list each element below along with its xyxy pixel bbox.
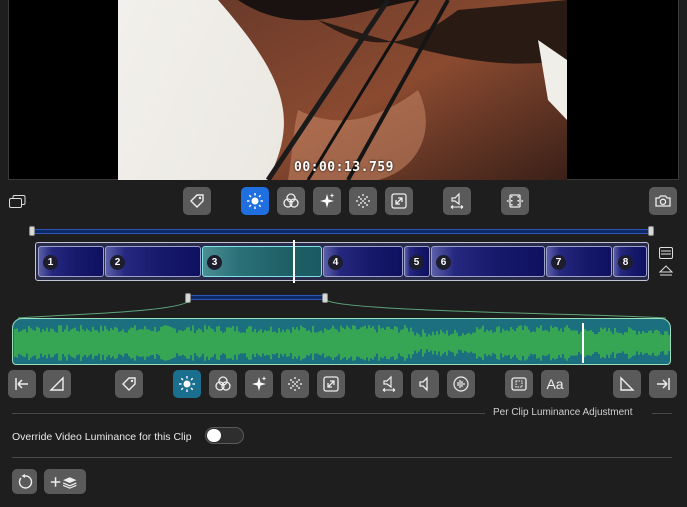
crop-button[interactable] [505,370,533,398]
brightness-icon [179,376,195,392]
clip-number: 2 [110,255,125,270]
clip-number: 6 [436,255,451,270]
grain-button-bottom[interactable] [281,370,309,398]
resize-button[interactable] [385,187,413,215]
resize-button-bottom[interactable] [317,370,345,398]
clip-number: 4 [328,255,343,270]
toggle-knob [207,429,221,442]
scrub-end-handle[interactable] [648,226,654,236]
color-button[interactable] [277,187,305,215]
film-trim-icon [506,194,524,208]
fade-in-icon [49,376,64,391]
clip-number: 1 [43,255,58,270]
add-layer-button[interactable] [44,469,86,494]
speaker-icon [419,376,428,392]
tag-button-bottom[interactable] [115,370,143,398]
audio-trim-icon [450,192,464,209]
audio-trim-icon [382,375,396,392]
section-title: Per Clip Luminance Adjustment [493,407,633,418]
camera-icon [655,195,671,207]
clip-number: 3 [207,255,222,270]
crop-icon [511,377,527,391]
go-end-icon [657,378,670,390]
eject-icon[interactable] [658,264,674,282]
fade-out-button[interactable] [613,370,641,398]
clip-item[interactable]: 4 [323,246,403,277]
clip-item[interactable]: 6 [431,246,545,277]
pip-icon[interactable] [9,195,26,213]
enhance-button[interactable] [313,187,341,215]
go-to-start-button[interactable] [8,370,36,398]
audio-wave-icon [453,376,469,392]
text-icon: Aa [546,376,564,392]
clip-item[interactable]: 8 [613,246,647,277]
video-frame [118,0,567,180]
grain-icon [356,194,370,208]
video-trim-button[interactable] [501,187,529,215]
tag-icon [122,377,136,391]
clip-item[interactable]: 2 [105,246,201,277]
snapshot-button[interactable] [649,187,677,215]
fade-in-button[interactable] [43,370,71,398]
grain-button[interactable] [349,187,377,215]
reset-icon [18,473,32,489]
playhead[interactable] [293,240,295,283]
fade-out-icon [620,376,635,391]
clip-number: 8 [618,255,633,270]
section-divider [12,413,485,414]
audio-waveform[interactable] [12,318,671,365]
audio-trim-button-bottom[interactable] [375,370,403,398]
color-button-bottom[interactable] [209,370,237,398]
sparkles-icon [252,376,267,391]
section-divider-end [652,413,672,414]
volume-button[interactable] [411,370,439,398]
clip-list-icon[interactable] [659,246,673,264]
clip-item[interactable]: 1 [38,246,104,277]
timeline-scrubber[interactable] [32,229,651,234]
expand-icon [391,193,407,209]
clip-number: 5 [409,255,424,270]
tag-icon [190,194,204,208]
add-layers-icon [50,476,77,489]
sparkles-icon [320,193,335,208]
color-circles-icon [215,376,231,391]
clip-item-selected[interactable]: 3 [202,246,322,277]
brightness-icon [247,193,263,209]
clip-item[interactable]: 7 [546,246,612,277]
color-circles-icon [283,193,299,208]
bottom-divider [12,457,672,458]
audio-trim-button[interactable] [443,187,471,215]
luminance-button[interactable] [241,187,269,215]
reset-button[interactable] [12,469,37,494]
override-label: Override Video Luminance for this Clip [12,431,192,443]
enhance-button-bottom[interactable] [245,370,273,398]
clip-item[interactable]: 5 [404,246,430,277]
clip-strip[interactable]: 1 2 3 4 5 6 7 8 [35,242,649,281]
go-to-end-button[interactable] [649,370,677,398]
waveform-playhead[interactable] [582,323,584,363]
luminance-button-bottom[interactable] [173,370,201,398]
text-overlay-button[interactable]: Aa [541,370,569,398]
tag-button[interactable] [183,187,211,215]
clip-number: 7 [551,255,566,270]
go-start-icon [15,378,28,390]
timecode-readout: 00:00:13.759 [294,160,394,175]
scrub-start-handle[interactable] [29,226,35,236]
expand-icon [323,376,339,392]
override-toggle[interactable] [205,427,244,444]
zoom-connector [17,299,667,319]
audio-enhance-button[interactable] [447,370,475,398]
grain-icon [288,377,302,391]
